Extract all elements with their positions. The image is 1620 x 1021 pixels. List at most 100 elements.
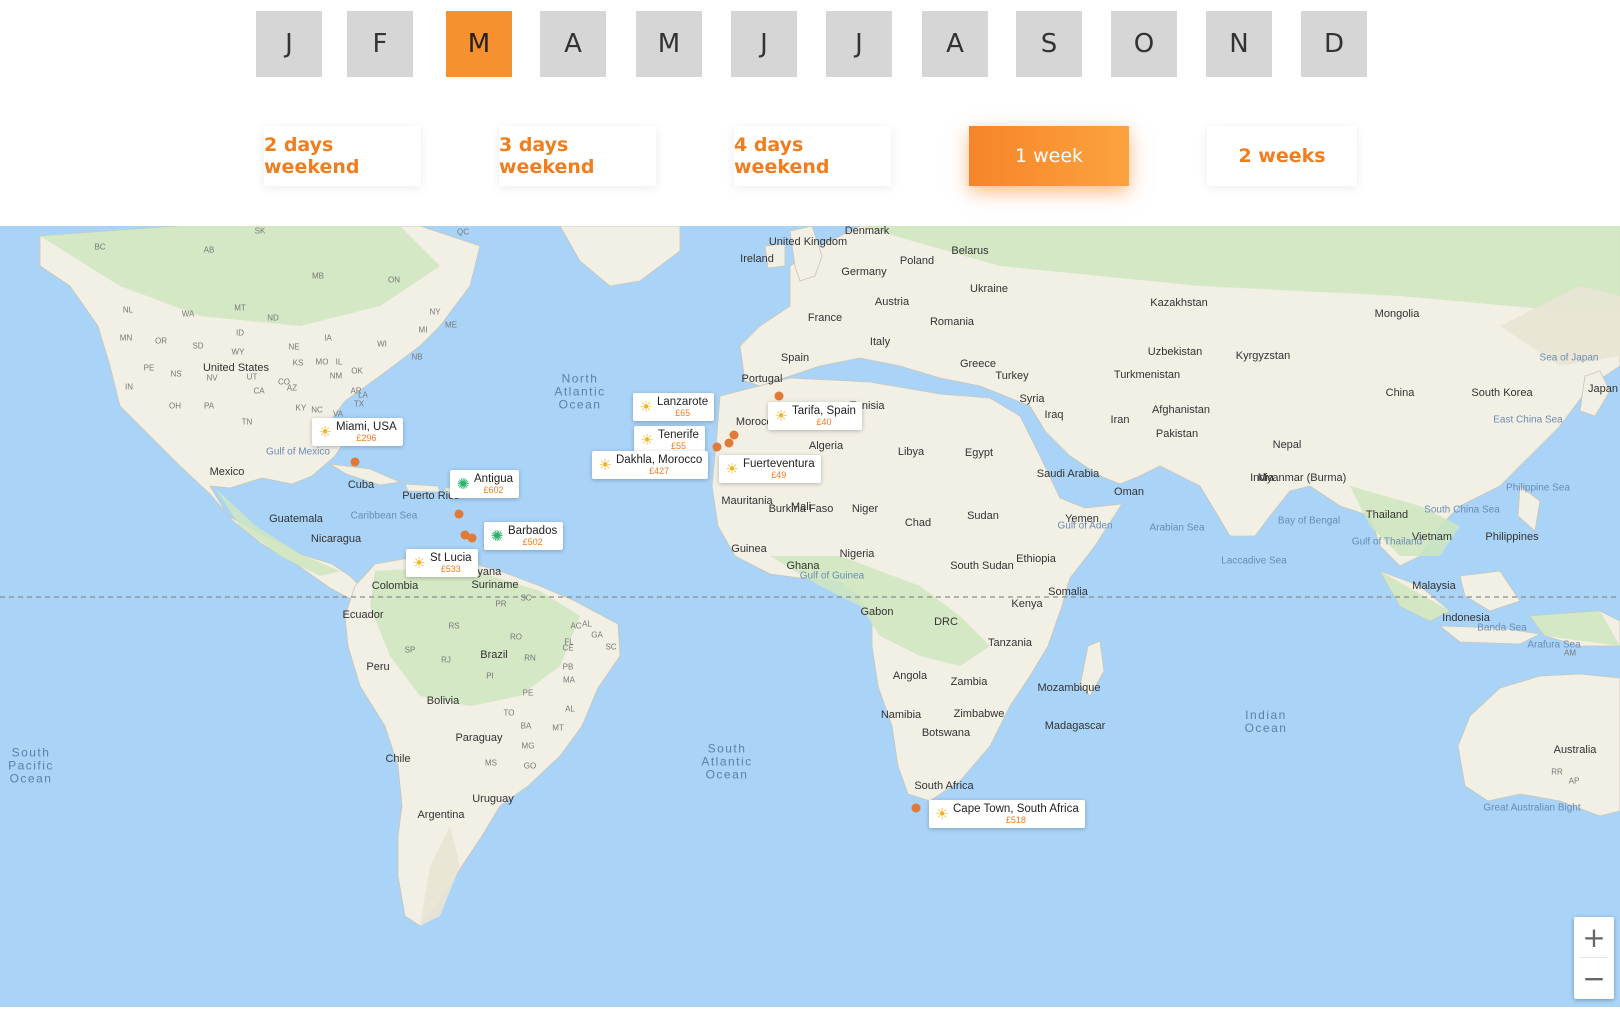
month-4-button[interactable]: A <box>540 11 606 77</box>
country-label: Kenya <box>1011 598 1043 610</box>
destination-marker[interactable] <box>454 509 464 519</box>
country-label: Iraq <box>1044 409 1064 421</box>
map-land <box>0 226 1620 927</box>
state-label: UT <box>246 372 258 382</box>
duration-2-button[interactable]: 3 days weekend <box>499 126 656 186</box>
world-map[interactable]: Denmark United Kingdom Ireland Belarus Polan… <box>0 226 1620 1007</box>
state-label: MN <box>119 333 133 343</box>
state-label: GA <box>591 630 603 640</box>
country-label: Gabon <box>860 606 894 618</box>
destination-tooltip[interactable]: ☀ Dakhla, Morocco £427 <box>592 451 709 479</box>
zoom-out-button[interactable]: − <box>1574 958 1614 998</box>
destination-tooltip[interactable]: ☀ Fuerteventura £49 <box>719 455 821 483</box>
state-label: BC <box>94 242 106 252</box>
sun-icon: ☀ <box>412 554 426 572</box>
country-label: Niger <box>851 503 879 515</box>
country-label: South Sudan <box>950 560 1014 572</box>
state-label: CE <box>562 643 574 653</box>
country-label: Japan <box>1588 383 1618 395</box>
country-label: Chile <box>385 753 411 765</box>
zoom-in-button[interactable]: + <box>1574 917 1614 957</box>
state-label: PI <box>486 671 494 681</box>
destination-price: £518 <box>1005 815 1026 825</box>
month-7-button[interactable]: J <box>826 11 892 77</box>
month-1-button[interactable]: J <box>256 11 322 77</box>
country-label: Mongolia <box>1374 308 1420 320</box>
destination-tooltip[interactable]: ☀ Tenerife £55 <box>634 426 705 454</box>
state-label: NE <box>288 342 300 352</box>
month-9-button[interactable]: S <box>1016 11 1082 77</box>
duration-3-button[interactable]: 4 days weekend <box>734 126 891 186</box>
country-label: Egypt <box>964 447 994 459</box>
destination-tooltip[interactable]: ☀ Tarifa, Spain £40 <box>768 402 862 430</box>
state-label: ND <box>267 313 279 323</box>
country-label: Paraguay <box>455 732 503 744</box>
state-label: AP <box>1568 776 1580 786</box>
state-label: OK <box>351 366 363 376</box>
country-label: Madagascar <box>1044 720 1106 732</box>
destination-tooltip[interactable]: ☀ St Lucia £533 <box>406 549 478 577</box>
month-2-button[interactable]: F <box>347 11 413 77</box>
destination-marker[interactable] <box>774 391 784 401</box>
destination-price: £40 <box>816 417 832 427</box>
month-10-button[interactable]: O <box>1111 11 1177 77</box>
state-label: CA <box>253 386 265 396</box>
destination-marker[interactable] <box>911 803 921 813</box>
state-label: WY <box>231 347 245 357</box>
destination-marker[interactable] <box>467 533 477 543</box>
state-label: ME <box>445 320 457 330</box>
country-label: Nepal <box>1272 439 1302 451</box>
destination-marker[interactable] <box>350 457 360 467</box>
state-label: PA <box>203 401 215 411</box>
destination-tooltip[interactable]: ✺ Barbados £502 <box>484 522 564 550</box>
country-label: Spain <box>780 352 810 364</box>
month-6-button[interactable]: J <box>731 11 797 77</box>
month-11-button[interactable]: N <box>1206 11 1272 77</box>
country-label: Greece <box>959 358 997 370</box>
sea-label: Philippine Sea <box>1506 482 1570 494</box>
destination-name: Cape Town, South Africa <box>953 803 1079 815</box>
country-label: South Africa <box>914 780 974 792</box>
sun-icon: ☀ <box>935 805 949 823</box>
state-label: IN <box>125 382 133 392</box>
state-label: NL <box>122 305 134 315</box>
destination-tooltip[interactable]: ☀ Cape Town, South Africa £518 <box>929 800 1085 828</box>
country-label: Saudi Arabia <box>1036 468 1100 480</box>
destination-name: Tenerife <box>658 429 699 441</box>
destination-price: £427 <box>649 466 670 476</box>
state-label: SC <box>605 642 617 652</box>
destination-marker[interactable] <box>724 438 734 448</box>
country-label: Iran <box>1110 414 1130 426</box>
country-label: Uruguay <box>472 793 514 805</box>
country-label: United States <box>202 362 270 374</box>
destination-marker[interactable] <box>729 430 739 440</box>
sea-label: Great Australian Bight <box>1483 802 1581 814</box>
month-8-button[interactable]: A <box>922 11 988 77</box>
destination-price: £65 <box>675 408 691 418</box>
month-12-button[interactable]: D <box>1301 11 1367 77</box>
sun-icon: ☀ <box>725 460 739 478</box>
state-label: AL <box>565 704 575 714</box>
duration-5-button[interactable]: 2 weeks <box>1207 126 1357 186</box>
destination-tooltip[interactable]: ✺ Antigua £602 <box>450 470 520 498</box>
state-label: MA <box>563 675 575 685</box>
destination-tooltip[interactable]: ☀ Miami, USA £296 <box>312 418 403 446</box>
month-3-button[interactable]: M <box>446 11 512 77</box>
country-label: Thailand <box>1365 509 1409 521</box>
state-label: AZ <box>286 383 298 393</box>
country-label: Turkey <box>995 370 1029 382</box>
destination-tooltip[interactable]: ☀ Lanzarote £65 <box>633 393 715 421</box>
country-label: Bolivia <box>426 695 460 707</box>
state-label: PR <box>495 599 507 609</box>
country-label: Mexico <box>209 466 245 478</box>
duration-1-button[interactable]: 2 days weekend <box>264 126 421 186</box>
state-label: AL <box>582 619 592 629</box>
country-label: Portugal <box>741 373 783 385</box>
state-label: RO <box>510 632 522 642</box>
duration-4-button[interactable]: 1 week <box>969 126 1129 186</box>
sea-label: Bay of Bengal <box>1277 515 1341 527</box>
destination-marker[interactable] <box>712 442 722 452</box>
month-5-button[interactable]: M <box>636 11 702 77</box>
sun-icon: ☀ <box>774 407 788 425</box>
country-label: Austria <box>874 296 910 308</box>
